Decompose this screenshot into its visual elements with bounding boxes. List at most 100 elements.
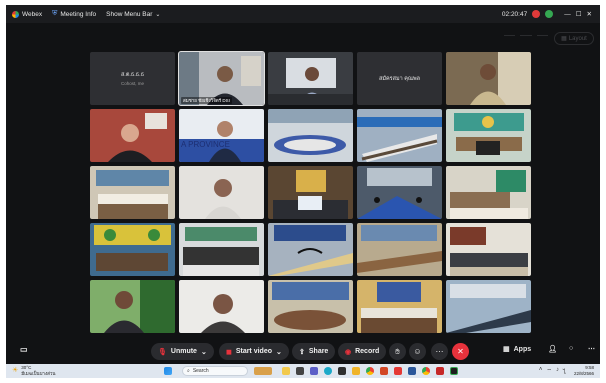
record-button[interactable]: ◉ Record <box>338 343 387 360</box>
app-icon-powerpoint[interactable] <box>380 367 388 375</box>
webex-window: Webex ⛨ Meeting Info Show Menu Bar ⌄ 02:… <box>6 5 600 378</box>
network-icon[interactable]: ⌔ <box>546 367 552 377</box>
video-feed <box>179 223 264 276</box>
reactions-button[interactable]: ☺ <box>409 343 426 360</box>
minimize-icon[interactable]: — <box>564 11 571 18</box>
participant-tile-active-speaker[interactable]: สมชาย ชัยเชิงวิจิตร์ DSI <box>178 51 265 106</box>
volume-icon[interactable]: ♪ <box>556 367 559 377</box>
chevron-down-icon[interactable]: ⌄ <box>201 348 207 356</box>
participant-tile[interactable]: ส.ต.ธ.ธ.ธ Cohost, me <box>90 52 175 105</box>
participant-name: สมชาย ชัยเชิงวิจิตร์ DSI <box>181 97 232 104</box>
share-button[interactable]: ⇪ Share <box>292 343 336 360</box>
participant-tile[interactable] <box>446 280 531 333</box>
app-icon-red[interactable] <box>436 367 444 375</box>
video-feed <box>268 166 353 219</box>
raise-hand-button[interactable]: ✋︎ <box>389 343 406 360</box>
participant-name: ส.ต.ธ.ธ.ธ <box>120 72 145 78</box>
chevron-down-icon: ⌄ <box>155 11 161 18</box>
app-icon-banner[interactable] <box>254 367 272 375</box>
video-feed <box>268 52 353 105</box>
show-menu-bar-button[interactable]: Show Menu Bar ⌄ <box>106 5 160 23</box>
app-icon-chrome-2[interactable] <box>422 367 430 375</box>
chat-bubble-icon[interactable]: ▭ <box>20 345 28 354</box>
video-feed <box>446 52 531 105</box>
more-options-button[interactable]: ⋯ <box>431 343 448 360</box>
unmute-label: Unmute <box>170 348 197 355</box>
participant-tile[interactable] <box>446 109 531 162</box>
video-feed <box>179 166 264 219</box>
recording-indicator-icon <box>532 10 541 18</box>
participant-tile[interactable] <box>446 223 531 276</box>
app-icon-files[interactable] <box>352 367 360 375</box>
participant-tile[interactable]: A PROVINCE <box>179 109 264 162</box>
status-icon <box>545 10 554 18</box>
video-feed <box>446 166 531 219</box>
app-icon-chat[interactable] <box>310 367 318 375</box>
video-feed <box>446 280 531 333</box>
app-icon-task-view[interactable] <box>296 367 304 375</box>
participant-tile[interactable] <box>446 52 531 105</box>
participant-tile[interactable] <box>268 52 353 105</box>
share-screen-icon: ⇪ <box>299 348 305 356</box>
participant-tile[interactable] <box>179 280 264 333</box>
participant-name: สมัครสมา คุณพล <box>379 75 420 82</box>
record-label: Record <box>355 348 380 355</box>
leave-meeting-button[interactable]: ✕ <box>452 343 469 360</box>
close-icon[interactable]: ✕ <box>587 10 592 18</box>
participant-tile[interactable] <box>90 280 175 333</box>
record-icon: ◉ <box>345 348 352 356</box>
video-feed <box>446 223 531 276</box>
maximize-icon[interactable]: ☐ <box>576 10 582 18</box>
participant-tile[interactable] <box>357 166 442 219</box>
weather-desc: มีเมฆเป็นบางส่วน <box>21 370 56 376</box>
taskbar-search[interactable]: ⌕ Search <box>182 366 248 376</box>
participant-tile[interactable] <box>90 109 175 162</box>
participant-tile[interactable] <box>90 223 175 276</box>
participant-tile[interactable] <box>268 166 353 219</box>
more-panels-icon[interactable]: ⋯ <box>588 345 595 353</box>
participant-tile[interactable] <box>357 280 442 333</box>
unmute-button[interactable]: 🎙︎ Unmute ⌄ <box>151 343 214 360</box>
start-video-button[interactable]: ◼ Start video ⌄ <box>219 343 289 360</box>
language-icon[interactable]: ไ <box>563 367 566 377</box>
windows-start-icon[interactable] <box>164 367 172 375</box>
participant-tile[interactable] <box>357 109 442 162</box>
app-name: Webex <box>22 10 43 18</box>
apps-button[interactable]: ▦ Apps <box>503 345 532 354</box>
meeting-controls: ▭ 🎙︎ Unmute ⌄ ◼ Start video ⌄ ⇪ Share ◉ … <box>6 338 600 364</box>
participant-tile[interactable] <box>179 223 264 276</box>
app-icon-word[interactable] <box>408 367 416 375</box>
clock-date: 22/8/2566 <box>573 371 594 376</box>
search-placeholder: Search <box>192 368 209 374</box>
apps-grid-icon: ▦ <box>503 346 510 353</box>
webex-app-menu[interactable]: Webex <box>12 5 42 23</box>
participant-tile[interactable] <box>90 166 175 219</box>
app-icon-file-explorer[interactable] <box>282 367 290 375</box>
weather-widget[interactable]: ☀ 30°C มีเมฆเป็นบางส่วน <box>12 365 56 376</box>
participant-tile[interactable] <box>268 223 353 276</box>
participant-tile[interactable]: สมัครสมา คุณพล <box>357 52 442 105</box>
chevron-up-icon[interactable]: ˄ <box>539 367 543 377</box>
participants-icon[interactable]: 👤︎ <box>548 345 557 353</box>
participant-tile[interactable] <box>357 223 442 276</box>
app-icon-store[interactable] <box>338 367 346 375</box>
grid-icon: ▦ <box>561 36 567 42</box>
layout-button[interactable]: ▦ Layout <box>554 32 594 45</box>
participant-tile[interactable] <box>179 166 264 219</box>
chevron-down-icon[interactable]: ⌄ <box>276 348 282 356</box>
meeting-info-button[interactable]: ⛨ Meeting Info <box>52 5 96 23</box>
video-feed <box>357 223 442 276</box>
app-icon-edge[interactable] <box>324 367 332 375</box>
app-icon-chrome[interactable] <box>366 367 374 375</box>
start-video-label: Start video <box>235 348 272 355</box>
app-icon-pdf[interactable] <box>394 367 402 375</box>
chat-icon[interactable]: ○ <box>569 345 573 352</box>
app-icon-webex[interactable] <box>450 367 458 375</box>
participant-tile[interactable] <box>268 109 353 162</box>
participant-role: Cohost, me <box>120 81 144 86</box>
participant-tile[interactable] <box>268 280 353 333</box>
taskbar-clock[interactable]: 9:58 22/8/2566 <box>574 365 594 377</box>
participant-tile[interactable] <box>446 166 531 219</box>
apps-label: Apps <box>513 345 532 353</box>
video-feed <box>90 223 175 276</box>
